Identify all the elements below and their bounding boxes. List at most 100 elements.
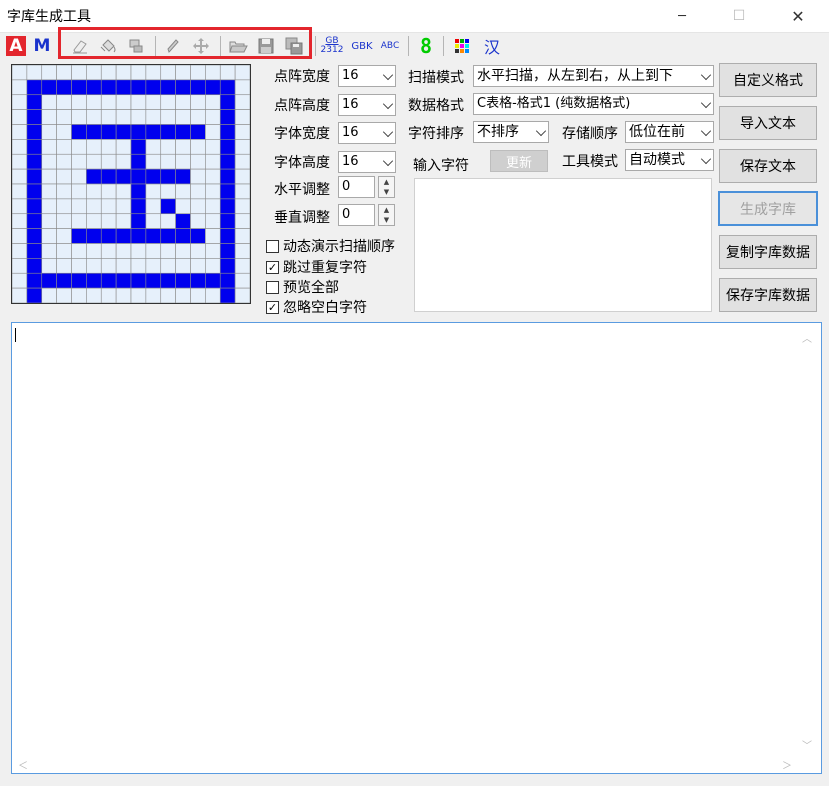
minimize-button[interactable]: ─ xyxy=(659,0,705,32)
output-textarea[interactable] xyxy=(11,322,822,774)
pixel-off[interactable] xyxy=(190,109,206,125)
pixel-off[interactable] xyxy=(175,258,191,274)
pixel-off[interactable] xyxy=(56,109,72,125)
pixel-off[interactable] xyxy=(115,153,132,170)
pixel-off[interactable] xyxy=(11,183,28,200)
pixel-off[interactable] xyxy=(86,109,102,125)
h-adjust-spinner[interactable]: ▲ ▼ xyxy=(378,176,395,198)
copy-font-data-button[interactable]: 复制字库数据 xyxy=(719,235,817,269)
pixel-on[interactable] xyxy=(100,124,117,140)
pixel-on[interactable] xyxy=(26,243,43,259)
pixel-off[interactable] xyxy=(160,258,176,274)
pixel-on[interactable] xyxy=(26,109,43,125)
pixel-off[interactable] xyxy=(11,64,28,81)
pixel-off[interactable] xyxy=(234,168,251,185)
pixel-off[interactable] xyxy=(100,109,117,125)
save-button[interactable] xyxy=(254,34,278,58)
save-font-data-button[interactable]: 保存字库数据 xyxy=(719,278,817,312)
pixel-on[interactable] xyxy=(130,139,147,155)
pixel-on[interactable] xyxy=(86,272,102,289)
pixel-off[interactable] xyxy=(130,243,147,259)
pixel-off[interactable] xyxy=(11,272,28,289)
pixel-off[interactable] xyxy=(205,94,221,110)
pixel-off[interactable] xyxy=(41,243,57,259)
pixel-off[interactable] xyxy=(160,94,176,110)
pixel-off[interactable] xyxy=(41,258,57,274)
checkbox-box[interactable] xyxy=(266,239,279,253)
pixel-on[interactable] xyxy=(219,272,236,289)
pixel-off[interactable] xyxy=(86,213,102,229)
pixel-off[interactable] xyxy=(100,258,117,274)
pixel-off[interactable] xyxy=(205,183,221,200)
pixel-off[interactable] xyxy=(56,198,72,215)
pixel-off[interactable] xyxy=(86,94,102,110)
pixel-off[interactable] xyxy=(234,198,251,215)
pixel-off[interactable] xyxy=(11,228,28,244)
pixel-on[interactable] xyxy=(160,228,176,244)
update-button[interactable]: 更新 xyxy=(490,150,548,172)
pixel-on[interactable] xyxy=(26,228,43,244)
font-m-button[interactable]: M xyxy=(30,34,54,58)
pixel-off[interactable] xyxy=(71,64,87,81)
pixel-off[interactable] xyxy=(56,153,72,170)
pixel-off[interactable] xyxy=(145,139,162,155)
pixel-off[interactable] xyxy=(175,109,191,125)
pixel-off[interactable] xyxy=(205,228,221,244)
pixel-off[interactable] xyxy=(71,109,87,125)
pixel-on[interactable] xyxy=(205,79,221,96)
pixel-off[interactable] xyxy=(190,213,206,229)
pixel-off[interactable] xyxy=(205,213,221,229)
pixel-off[interactable] xyxy=(205,243,221,259)
pixel-off[interactable] xyxy=(11,287,28,304)
pixel-off[interactable] xyxy=(160,183,176,200)
pixel-off[interactable] xyxy=(56,183,72,200)
spin-down-icon[interactable]: ▼ xyxy=(379,187,394,197)
pixel-off[interactable] xyxy=(175,139,191,155)
pixel-off[interactable] xyxy=(71,139,87,155)
pixel-off[interactable] xyxy=(100,198,117,215)
pixel-off[interactable] xyxy=(41,213,57,229)
pixel-off[interactable] xyxy=(145,258,162,274)
pixel-on[interactable] xyxy=(100,79,117,96)
tool-mode-select[interactable]: 自动模式 xyxy=(625,149,714,171)
spin-up-icon[interactable]: ▲ xyxy=(379,177,394,187)
pixel-off[interactable] xyxy=(86,153,102,170)
pixel-on[interactable] xyxy=(26,94,43,110)
scroll-left-icon[interactable]: ＜ xyxy=(18,757,28,772)
pixel-off[interactable] xyxy=(160,243,176,259)
pixel-off[interactable] xyxy=(41,198,57,215)
pixel-on[interactable] xyxy=(160,124,176,140)
gbk-button[interactable]: GBK xyxy=(348,34,376,58)
pixel-off[interactable] xyxy=(71,168,87,185)
pixel-off[interactable] xyxy=(115,243,132,259)
pixel-off[interactable] xyxy=(11,124,28,140)
pixel-off[interactable] xyxy=(86,243,102,259)
pixel-off[interactable] xyxy=(100,64,117,81)
pixel-on[interactable] xyxy=(130,183,147,200)
pixel-on[interactable] xyxy=(115,79,132,96)
pixel-on[interactable] xyxy=(130,124,147,140)
fill-button[interactable] xyxy=(96,34,120,58)
pixel-off[interactable] xyxy=(115,183,132,200)
pixel-on[interactable] xyxy=(219,198,236,215)
pixel-off[interactable] xyxy=(100,287,117,304)
pixel-on[interactable] xyxy=(115,124,132,140)
close-button[interactable]: ✕ xyxy=(775,0,821,32)
pixel-on[interactable] xyxy=(130,79,147,96)
pixel-off[interactable] xyxy=(205,153,221,170)
dot-matrix-grid[interactable] xyxy=(11,64,251,304)
pixel-on[interactable] xyxy=(145,272,162,289)
animate-scan-checkbox[interactable]: 动态演示扫描顺序 xyxy=(266,236,395,256)
pixel-on[interactable] xyxy=(130,153,147,170)
pixel-off[interactable] xyxy=(41,183,57,200)
pixel-off[interactable] xyxy=(11,109,28,125)
pixel-off[interactable] xyxy=(71,258,87,274)
pixel-off[interactable] xyxy=(71,198,87,215)
stamp-button[interactable] xyxy=(124,34,148,58)
pixel-off[interactable] xyxy=(205,139,221,155)
pixel-off[interactable] xyxy=(115,213,132,229)
pixel-on[interactable] xyxy=(205,272,221,289)
pixel-on[interactable] xyxy=(175,124,191,140)
pixel-off[interactable] xyxy=(41,94,57,110)
pixel-off[interactable] xyxy=(115,94,132,110)
